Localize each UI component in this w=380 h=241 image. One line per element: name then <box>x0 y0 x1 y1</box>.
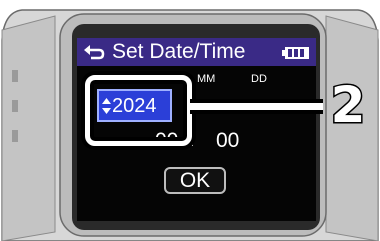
minute-field[interactable]: 00 <box>216 129 239 153</box>
battery-full-icon <box>282 46 310 59</box>
back-arrow-icon[interactable] <box>83 42 105 62</box>
callout-leader-line <box>190 99 323 114</box>
callout-highlight-ring <box>85 75 192 146</box>
page-title: Set Date/Time <box>112 40 246 63</box>
header-bar: Set Date/Time <box>77 38 316 66</box>
month-column-label: MM <box>197 73 216 85</box>
callout-number: 2 <box>329 76 367 134</box>
day-column-label: DD <box>251 73 267 85</box>
ok-button[interactable]: OK <box>164 167 226 194</box>
